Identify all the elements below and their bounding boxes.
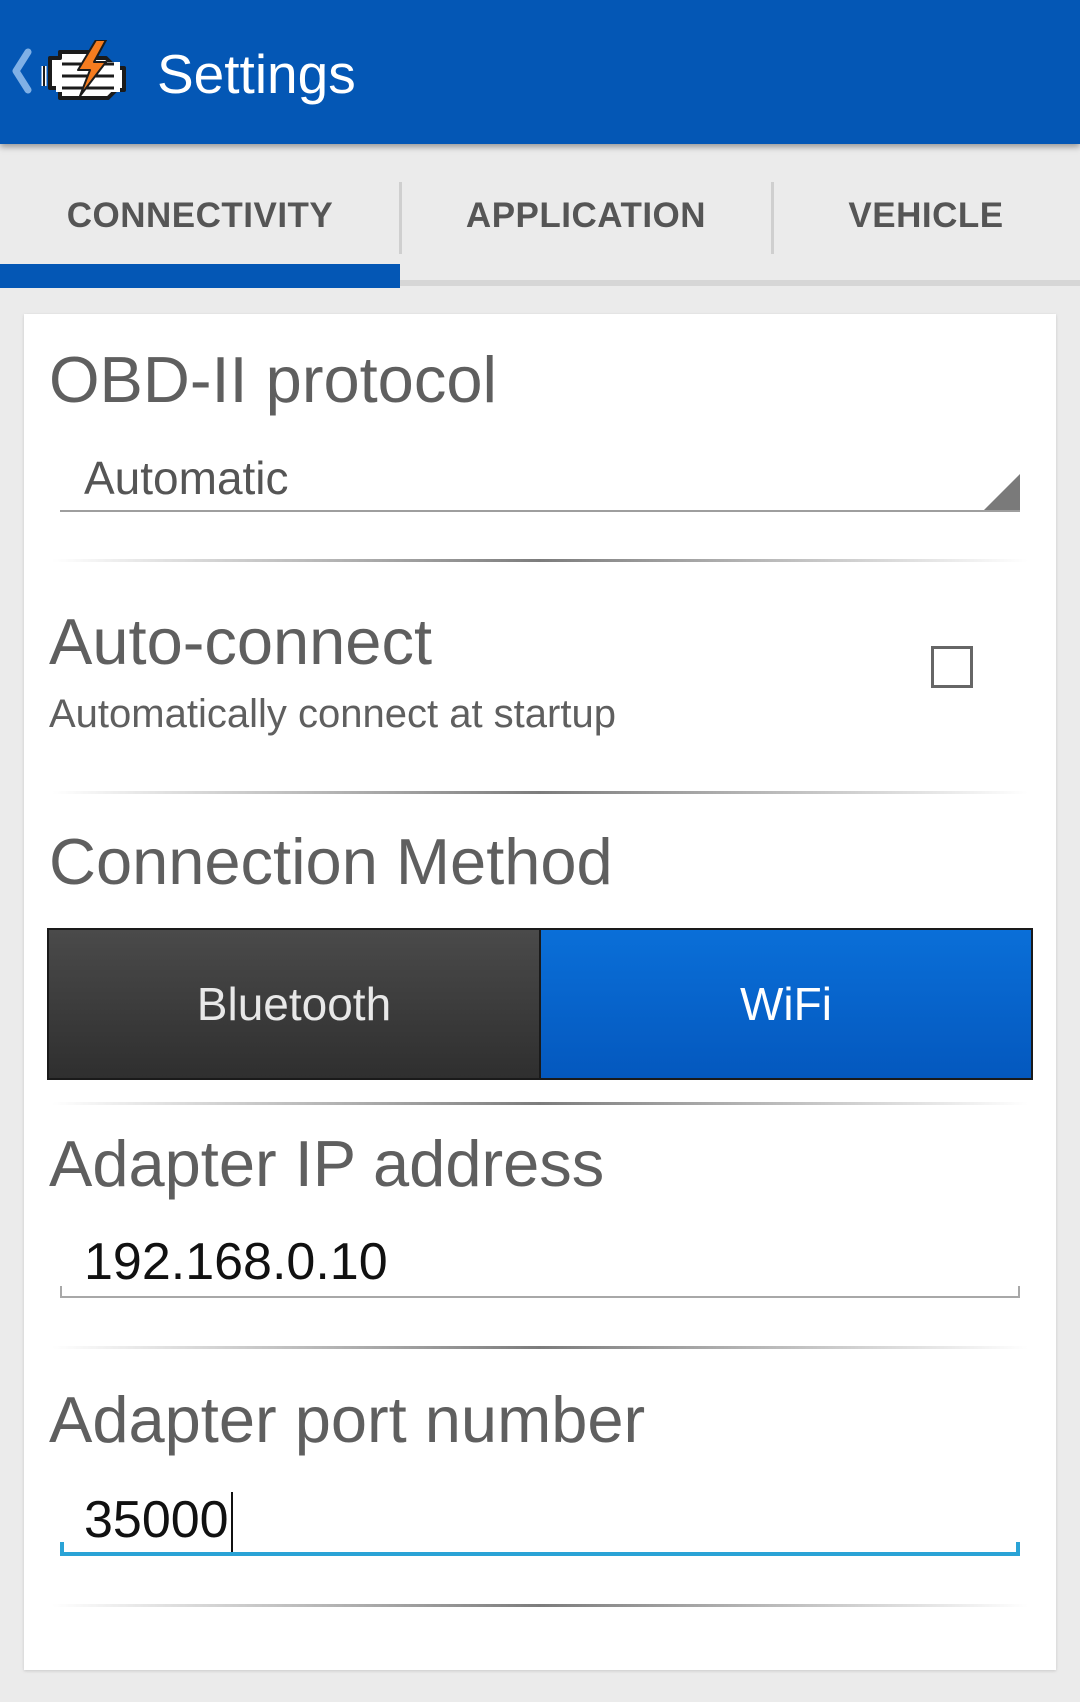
field-edge [1018,1286,1020,1298]
auto-connect-summary: Automatically connect at startup [49,692,616,736]
bluetooth-button[interactable]: Bluetooth [49,930,541,1078]
text-cursor [230,1492,233,1555]
engine-logo-icon[interactable] [40,40,132,106]
action-bar: Settings [0,0,1080,144]
tab-bar-underline [400,280,1080,286]
adapter-port-field[interactable]: 35000 [60,1484,1020,1556]
adapter-port-value: 35000 [84,1491,229,1549]
back-chevron-icon[interactable] [10,48,32,94]
obd-protocol-title: OBD-II protocol [49,343,497,416]
obd-protocol-value: Automatic [84,452,289,504]
field-underline [60,1552,1020,1556]
adapter-port-value-wrap: 35000 [84,1484,233,1556]
tab-selected-indicator [0,264,400,288]
field-edge [60,1542,64,1556]
adapter-ip-title: Adapter IP address [49,1127,605,1200]
divider [52,559,1028,562]
divider [52,1346,1028,1349]
tab-vehicle[interactable]: VEHICLE [772,144,1080,288]
divider [52,1102,1028,1105]
field-edge [60,1286,62,1298]
adapter-port-title: Adapter port number [49,1383,646,1456]
divider [52,1604,1028,1607]
obd-protocol-spinner[interactable]: Automatic [60,444,1020,512]
adapter-ip-value: 192.168.0.10 [84,1233,388,1291]
spinner-dropdown-icon [984,474,1020,510]
field-edge [1016,1542,1020,1556]
auto-connect-title: Auto-connect [49,605,433,678]
connection-method-toggle: Bluetooth WiFi [47,928,1033,1080]
divider [52,791,1028,794]
connection-method-title: Connection Method [49,825,613,898]
page-title: Settings [157,43,356,105]
adapter-ip-field[interactable]: 192.168.0.10 [60,1226,1020,1298]
wifi-button[interactable]: WiFi [541,930,1031,1078]
auto-connect-checkbox[interactable] [931,646,973,688]
settings-card: OBD-II protocol Automatic Auto-connect A… [24,314,1056,1670]
tab-application[interactable]: APPLICATION [400,144,772,288]
spinner-underline [60,510,1020,512]
field-underline [60,1296,1020,1298]
